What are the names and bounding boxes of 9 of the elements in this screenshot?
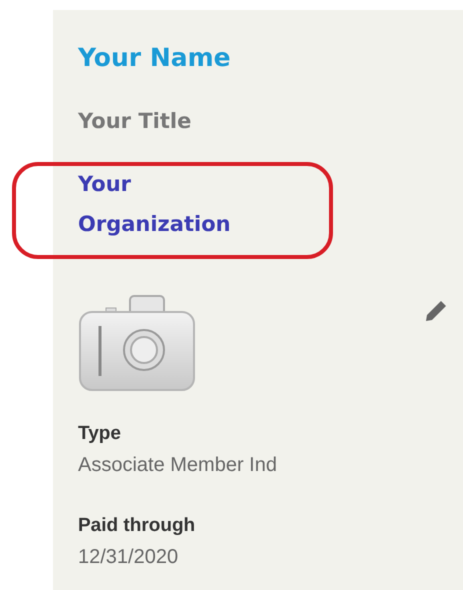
organization-name: Your Organization: [78, 171, 232, 238]
field-value: Associate Member Ind: [78, 453, 278, 478]
field-label: Paid through: [78, 514, 196, 538]
profile-title: Your Title: [78, 108, 192, 135]
field-value: 12/31/2020: [78, 545, 180, 570]
camera-icon: [78, 294, 198, 392]
edit-icon[interactable]: [425, 300, 447, 322]
profile-name: Your Name: [78, 42, 232, 74]
field-label: Type: [78, 422, 122, 446]
